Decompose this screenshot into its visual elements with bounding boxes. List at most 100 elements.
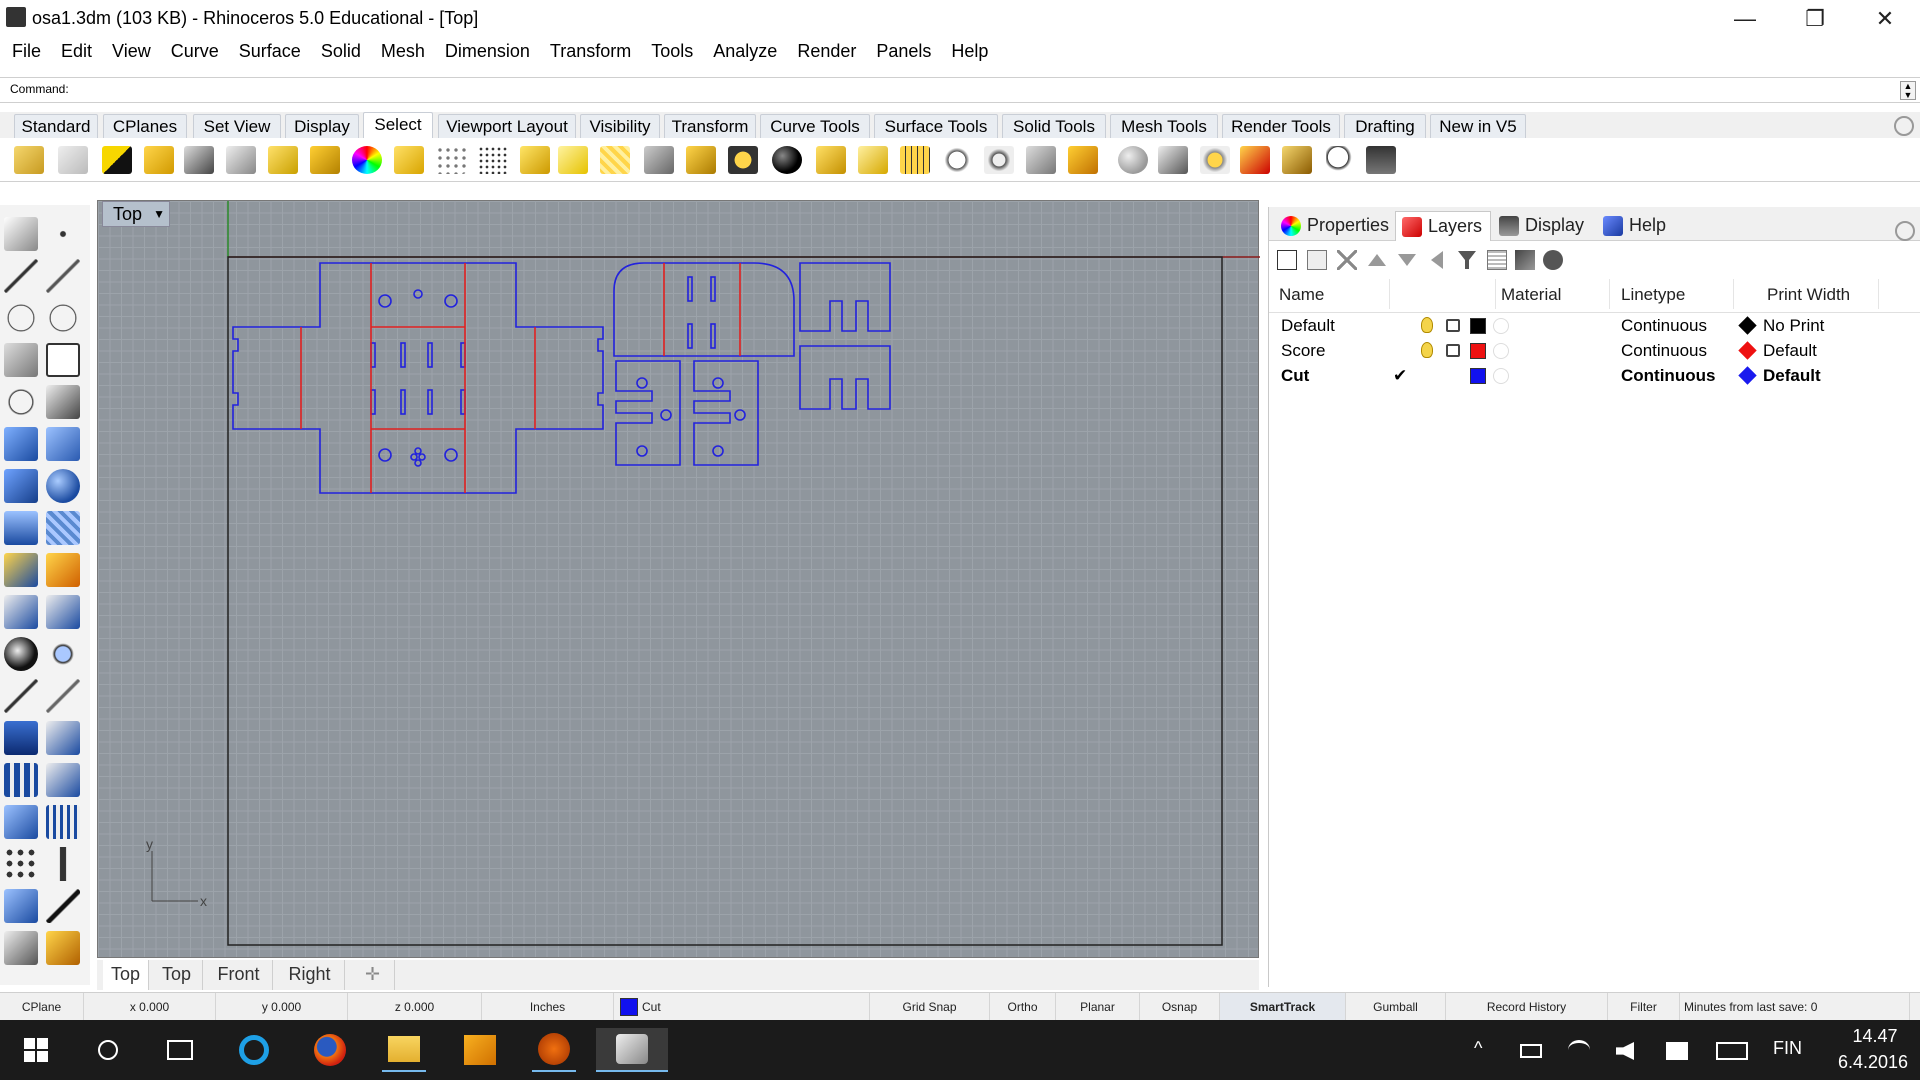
outlook-icon[interactable] — [458, 1028, 502, 1072]
select-points-icon[interactable] — [14, 146, 44, 174]
smarttrack-toggle[interactable]: SmartTrack — [1220, 993, 1346, 1021]
point-icon[interactable] — [46, 217, 80, 251]
tab-transform[interactable]: Transform — [664, 114, 756, 138]
select-open-polysurfaces-icon[interactable] — [394, 146, 424, 174]
analyze-icon[interactable] — [4, 889, 38, 923]
material-circle-icon[interactable] — [1493, 318, 1509, 334]
layer-linetype[interactable]: Continuous — [1621, 316, 1707, 336]
split-icon[interactable] — [46, 595, 80, 629]
select-blocks-icon[interactable] — [686, 146, 716, 174]
extend-icon[interactable] — [4, 595, 38, 629]
select-annotations-icon[interactable] — [268, 146, 298, 174]
filter-toggle[interactable]: Filter — [1608, 993, 1680, 1021]
select-point-clouds-icon[interactable] — [58, 146, 88, 174]
tab-mesh-tools[interactable]: Mesh Tools — [1110, 114, 1218, 138]
surface-from-points-icon[interactable] — [4, 427, 38, 461]
select-point-set-icon[interactable] — [984, 146, 1014, 174]
tab-visibility[interactable]: Visibility — [580, 114, 660, 138]
col-linetype[interactable]: Linetype — [1621, 285, 1685, 305]
ellipse-icon[interactable] — [46, 301, 80, 335]
menu-file[interactable]: File — [2, 41, 51, 62]
tab-drafting[interactable]: Drafting — [1344, 114, 1426, 138]
rectangle-icon[interactable] — [46, 343, 80, 377]
unlock-icon[interactable] — [1446, 344, 1460, 357]
volume-icon[interactable] — [1616, 1042, 1634, 1060]
fillet-curves-icon[interactable] — [46, 385, 80, 419]
move-to-parent-icon[interactable] — [1431, 251, 1443, 269]
layer-states-icon[interactable] — [1487, 250, 1507, 270]
curve-icon[interactable] — [46, 259, 80, 293]
select-arrow-icon[interactable] — [4, 217, 38, 251]
select-filter-icon[interactable] — [1366, 146, 1396, 174]
tab-viewport-layout[interactable]: Viewport Layout — [438, 114, 576, 138]
select-circles-icon[interactable] — [942, 146, 972, 174]
layer-row-cut[interactable]: Cut ✔ Continuous Default — [1269, 363, 1920, 389]
viewport-dropdown-icon[interactable]: ▼ — [153, 207, 165, 221]
menu-tools[interactable]: Tools — [641, 41, 703, 62]
join-icon[interactable] — [4, 637, 38, 671]
menu-solid[interactable]: Solid — [311, 41, 371, 62]
layer-tools-icon[interactable] — [1515, 250, 1535, 270]
select-meshes-icon[interactable] — [772, 146, 802, 174]
visibility-bulb-icon[interactable] — [1421, 342, 1433, 358]
fillet-edge-icon[interactable] — [4, 679, 38, 713]
new-sublayer-icon[interactable] — [1307, 250, 1327, 270]
keyboard-icon[interactable] — [1716, 1042, 1748, 1060]
drawing-canvas[interactable]: y x — [98, 201, 1260, 959]
group-icon[interactable] — [46, 637, 80, 671]
search-icon[interactable] — [86, 1028, 130, 1072]
dimension-icon[interactable] — [46, 805, 80, 839]
tab-select[interactable]: Select — [363, 112, 433, 138]
tab-cplanes[interactable]: CPlanes — [103, 114, 187, 138]
col-material[interactable]: Material — [1501, 285, 1561, 305]
tab-render-tools[interactable]: Render Tools — [1222, 114, 1340, 138]
panel-tab-layers[interactable]: Layers — [1395, 211, 1491, 241]
osnap-toggle[interactable]: Osnap — [1140, 993, 1220, 1021]
material-icon[interactable] — [46, 931, 80, 965]
select-chain-icon[interactable] — [1026, 146, 1056, 174]
select-edges-icon[interactable] — [558, 146, 588, 174]
material-circle-icon[interactable] — [1493, 368, 1509, 384]
select-closed-polysurfaces-icon[interactable] — [520, 146, 550, 174]
add-viewport-tab-icon[interactable]: ✛ — [351, 960, 395, 990]
tab-curve-tools[interactable]: Curve Tools — [760, 114, 870, 138]
visibility-bulb-icon[interactable] — [1421, 317, 1433, 333]
toolbar-settings-gear-icon[interactable] — [1894, 116, 1914, 136]
tab-standard[interactable]: Standard — [14, 114, 98, 138]
cage-icon[interactable] — [4, 931, 38, 965]
select-polysurfaces-icon[interactable] — [310, 146, 340, 174]
status-layer[interactable]: Cut — [614, 993, 870, 1021]
move-layer-down-icon[interactable] — [1398, 254, 1416, 266]
panel-tab-help[interactable]: Help — [1597, 211, 1675, 241]
new-layer-icon[interactable] — [1277, 250, 1297, 270]
battery-icon[interactable] — [1520, 1044, 1542, 1058]
extrude-curve-icon[interactable] — [46, 427, 80, 461]
layer-color-swatch[interactable] — [1470, 318, 1486, 334]
tab-pieces-cut[interactable] — [799, 262, 891, 410]
side-parts-cut[interactable] — [615, 360, 759, 466]
select-by-color-icon[interactable] — [352, 146, 382, 174]
polygon-icon[interactable] — [4, 385, 38, 419]
tab-solid-tools[interactable]: Solid Tools — [1002, 114, 1106, 138]
select-cube-icon[interactable] — [1158, 146, 1188, 174]
top-viewport[interactable]: y x Top ▼ — [97, 200, 1260, 959]
grid-snap-toggle[interactable]: Grid Snap — [870, 993, 990, 1021]
properties-box-icon[interactable] — [4, 805, 38, 839]
select-lights-icon[interactable] — [226, 146, 256, 174]
select-hatches-icon[interactable] — [600, 146, 630, 174]
windows-start-icon[interactable] — [14, 1028, 58, 1072]
firefox-icon[interactable] — [308, 1028, 352, 1072]
col-name[interactable]: Name — [1279, 285, 1324, 305]
select-render-mesh-icon[interactable] — [1118, 146, 1148, 174]
internet-explorer-icon[interactable] — [232, 1028, 276, 1072]
select-curves-icon[interactable] — [102, 146, 132, 174]
task-view-icon[interactable] — [158, 1028, 202, 1072]
minimize-button[interactable]: — — [1710, 0, 1780, 37]
select-brush-icon[interactable] — [1282, 146, 1312, 174]
select-dimensions-icon[interactable] — [644, 146, 674, 174]
nof-app-icon[interactable] — [532, 1028, 576, 1072]
layer-row-score[interactable]: Score Continuous Default — [1269, 338, 1920, 364]
render-icon[interactable] — [4, 553, 38, 587]
distance-icon[interactable] — [46, 847, 80, 881]
box-icon[interactable] — [4, 469, 38, 503]
